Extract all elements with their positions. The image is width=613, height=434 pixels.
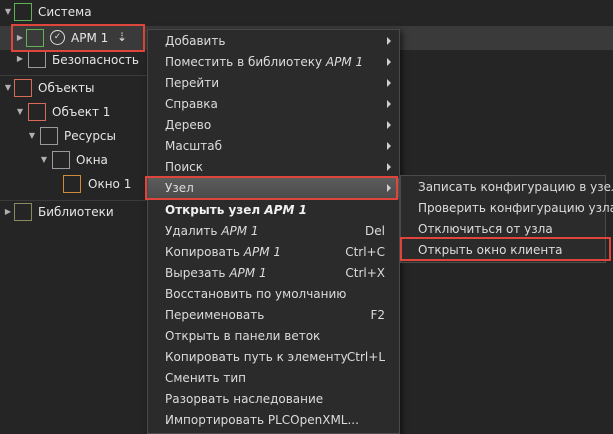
expand-arrow-icon[interactable]: ▼ [4,8,12,16]
expand-arrow-icon[interactable]: ▼ [4,84,12,92]
context-menu: Добавить Поместить в библиотеку АРМ 1 Пе… [147,29,400,434]
submenu-item-disconnect[interactable]: Отключиться от узла [401,219,605,240]
divider [0,75,147,76]
menu-item-search[interactable]: Поиск [148,157,399,178]
menu-item-import-plc[interactable]: Импортировать PLCOpenXML... [148,410,399,431]
workstation-icon [26,29,44,47]
tree-item-label: Система [38,5,92,19]
menu-item-goto[interactable]: Перейти [148,73,399,94]
collapse-arrow-icon[interactable]: ▶ [4,208,12,216]
menu-item-break-inherit[interactable]: Разорвать наследование [148,389,399,410]
node-connect-icon[interactable]: ⇣ [117,29,133,45]
folder-icon [28,50,46,68]
system-icon [14,3,32,21]
tree-item-label: Объект 1 [52,105,111,119]
submenu-arrow-icon [387,184,391,192]
folder-icon [40,127,58,145]
menu-item-copy-path[interactable]: Копировать путь к элементу Ctrl+L [148,347,399,368]
status-check-icon: ✓ [50,30,65,45]
collapse-arrow-icon[interactable]: ▶ [16,55,24,63]
expand-arrow-icon[interactable]: ▼ [40,156,48,164]
submenu-arrow-icon [387,58,391,66]
window-icon [63,175,81,193]
tree-item-label: Окна [76,153,108,167]
expand-arrow-icon[interactable]: ▼ [16,108,24,116]
divider [0,200,147,201]
menu-item-put-library[interactable]: Поместить в библиотеку АРМ 1 [148,52,399,73]
node-submenu: Записать конфигурацию в узел Проверить к… [400,175,613,263]
folder-icon [52,151,70,169]
tree-item-label: Библиотеки [38,205,114,219]
submenu-arrow-icon [387,121,391,129]
menu-item-scale[interactable]: Масштаб [148,136,399,157]
expand-arrow-icon[interactable]: ▼ [28,132,36,140]
submenu-item-open-client[interactable]: Открыть окно клиента [401,240,605,261]
tree-item-label: Объекты [38,81,95,95]
tree-item-label: Безопасность [52,53,139,67]
submenu-arrow-icon [387,163,391,171]
submenu-arrow-icon [387,37,391,45]
menu-item-rename[interactable]: Переименовать F2 [148,305,399,326]
tree-item-label: Ресурсы [64,129,117,143]
collapse-arrow-icon[interactable]: ▶ [16,34,24,42]
menu-item-change-type[interactable]: Сменить тип [148,368,399,389]
menu-item-restore[interactable]: Восстановить по умолчанию [148,284,399,305]
objects-icon [14,79,32,97]
submenu-arrow-icon [387,79,391,87]
menu-item-open-branch[interactable]: Открыть в панели веток [148,326,399,347]
menu-item-open-node[interactable]: Открыть узел АРМ 1 [148,200,399,221]
object-icon [28,103,46,121]
menu-item-node[interactable]: Узел [148,178,399,199]
menu-item-delete[interactable]: Удалить АРМ 1 Del [148,221,399,242]
libraries-icon [14,203,32,221]
submenu-item-check-config[interactable]: Проверить конфигурацию узла [401,198,613,219]
menu-item-copy[interactable]: Копировать АРМ 1 Ctrl+C [148,242,399,263]
submenu-arrow-icon [387,142,391,150]
menu-item-cut[interactable]: Вырезать АРМ 1 Ctrl+X [148,263,399,284]
tree-item-label: Окно 1 [88,177,132,191]
submenu-item-write-config[interactable]: Записать конфигурацию в узел [401,177,613,198]
submenu-arrow-icon [387,100,391,108]
menu-item-help[interactable]: Справка [148,94,399,115]
tree-item-label: АРМ 1 [71,31,109,45]
menu-item-tree[interactable]: Дерево [148,115,399,136]
menu-item-add[interactable]: Добавить [148,31,399,52]
